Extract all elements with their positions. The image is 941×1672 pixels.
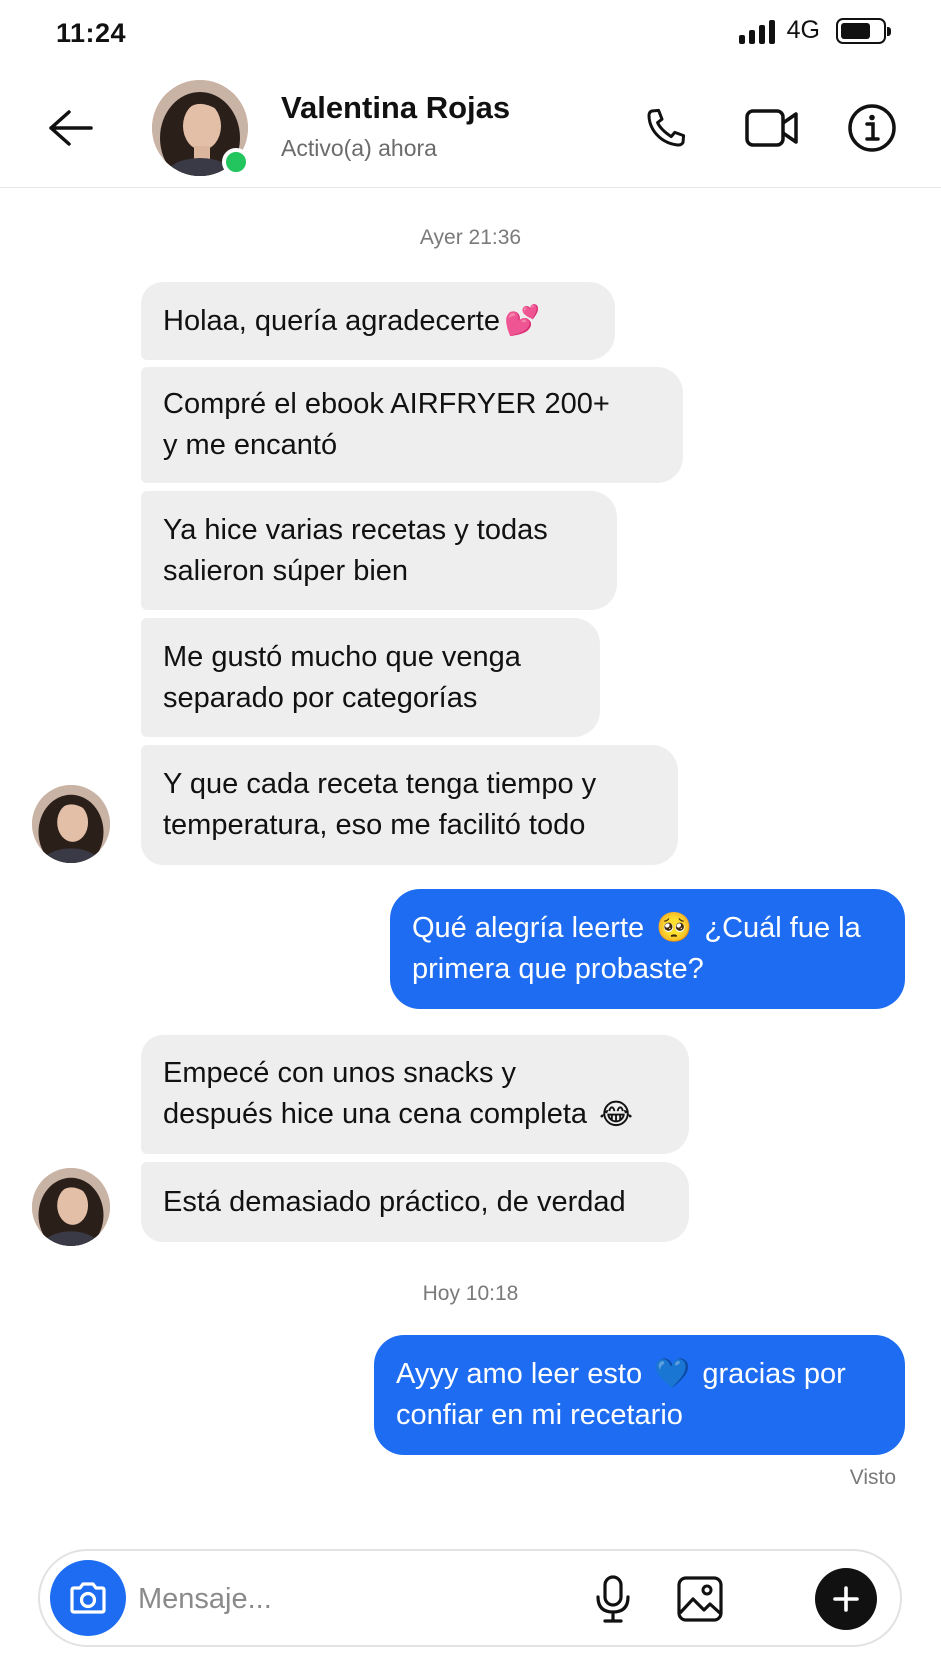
- network-label: 4G: [786, 16, 820, 44]
- online-status-dot: [222, 148, 250, 176]
- contact-name[interactable]: Valentina Rojas: [281, 90, 510, 126]
- battery-icon: [836, 17, 891, 44]
- message-text: ¿Cuál fue la: [704, 911, 861, 944]
- message-text: Ayyy amo leer esto: [396, 1357, 643, 1390]
- seen-label: Visto: [849, 1466, 896, 1489]
- message-text: Empecé con unos snacks y: [163, 1057, 517, 1090]
- image-icon: [677, 1576, 723, 1622]
- emoji: 💙: [654, 1358, 691, 1391]
- message-text: y me encantó: [163, 429, 338, 461]
- contact-avatar[interactable]: [152, 80, 250, 176]
- status-time: 11:24: [56, 18, 127, 48]
- message-text: después hice una cena completa: [163, 1098, 588, 1131]
- message-bubble-incoming[interactable]: Ya hice varias recetas y todas salieron …: [141, 491, 617, 610]
- microphone-icon: [596, 1575, 630, 1623]
- camera-button[interactable]: [50, 1560, 126, 1636]
- status-bar: 11:24 4G: [0, 0, 941, 70]
- contact-avatar-small[interactable]: [32, 1168, 110, 1246]
- message-text: temperatura, eso me facilitó todo: [163, 809, 586, 841]
- message-text: Compré el ebook AIRFRYER 200+: [163, 388, 610, 420]
- message-bubble-incoming[interactable]: Holaa, quería agradecerte 💕: [141, 282, 615, 360]
- message-input[interactable]: [138, 1575, 558, 1623]
- message-text: salieron súper bien: [163, 554, 409, 587]
- message-bubble-incoming[interactable]: Compré el ebook AIRFRYER 200+ y me encan…: [141, 367, 683, 483]
- emoji: 🥺: [656, 912, 693, 945]
- message-text: Ya hice varias recetas y todas: [163, 513, 548, 546]
- message-bubble-incoming[interactable]: Y que cada receta tenga tiempo y tempera…: [141, 745, 678, 865]
- emoji: 😂: [599, 1098, 633, 1131]
- message-text: separado por categorías: [163, 681, 478, 714]
- call-button[interactable]: [636, 98, 696, 158]
- chat-timestamp: Ayer 21:36: [419, 226, 522, 249]
- contact-status: Activo(a) ahora: [281, 135, 437, 161]
- status-indicators: 4G: [738, 16, 891, 45]
- contact-avatar-small[interactable]: [32, 785, 110, 863]
- message-text: gracias por: [702, 1357, 846, 1390]
- back-arrow-icon: [49, 110, 93, 146]
- plus-icon: [833, 1586, 859, 1612]
- message-text: Qué alegría leerte: [412, 911, 645, 944]
- message-text: Y que cada receta tenga tiempo y: [163, 768, 597, 800]
- message-composer: [38, 1549, 902, 1647]
- chat-header: Valentina Rojas Activo(a) ahora: [0, 70, 941, 188]
- chat-timestamp: Hoy 10:18: [422, 1282, 519, 1305]
- phone-icon: [647, 108, 686, 147]
- info-button[interactable]: [842, 98, 902, 158]
- info-icon: [848, 104, 896, 152]
- message-bubble-incoming[interactable]: Está demasiado práctico, de verdad: [141, 1162, 689, 1242]
- emoji: 💕: [503, 304, 541, 337]
- message-bubble-incoming[interactable]: Me gustó mucho que venga separado por ca…: [141, 618, 600, 737]
- back-button[interactable]: [42, 100, 98, 156]
- video-icon: [745, 109, 798, 147]
- message-text: confiar en mi recetario: [396, 1399, 683, 1432]
- gallery-button[interactable]: [669, 1568, 731, 1630]
- camera-icon: [70, 1582, 106, 1614]
- message-text: Me gustó mucho que venga: [163, 640, 521, 673]
- message-text: Holaa, quería agradecerte: [163, 304, 500, 337]
- message-text: Está demasiado práctico, de verdad: [163, 1185, 626, 1218]
- message-bubble-incoming[interactable]: Empecé con unos snacks y después hice un…: [141, 1035, 689, 1154]
- signal-icon: [738, 18, 775, 44]
- video-call-button[interactable]: [742, 98, 802, 158]
- add-attachment-button[interactable]: [815, 1568, 877, 1630]
- voice-message-button[interactable]: [582, 1568, 644, 1630]
- message-bubble-outgoing[interactable]: Ayyy amo leer esto 💙 gracias por confiar…: [374, 1335, 905, 1455]
- message-text: primera que probaste?: [412, 953, 704, 986]
- message-bubble-outgoing[interactable]: Qué alegría leerte 🥺 ¿Cuál fue la primer…: [390, 889, 905, 1009]
